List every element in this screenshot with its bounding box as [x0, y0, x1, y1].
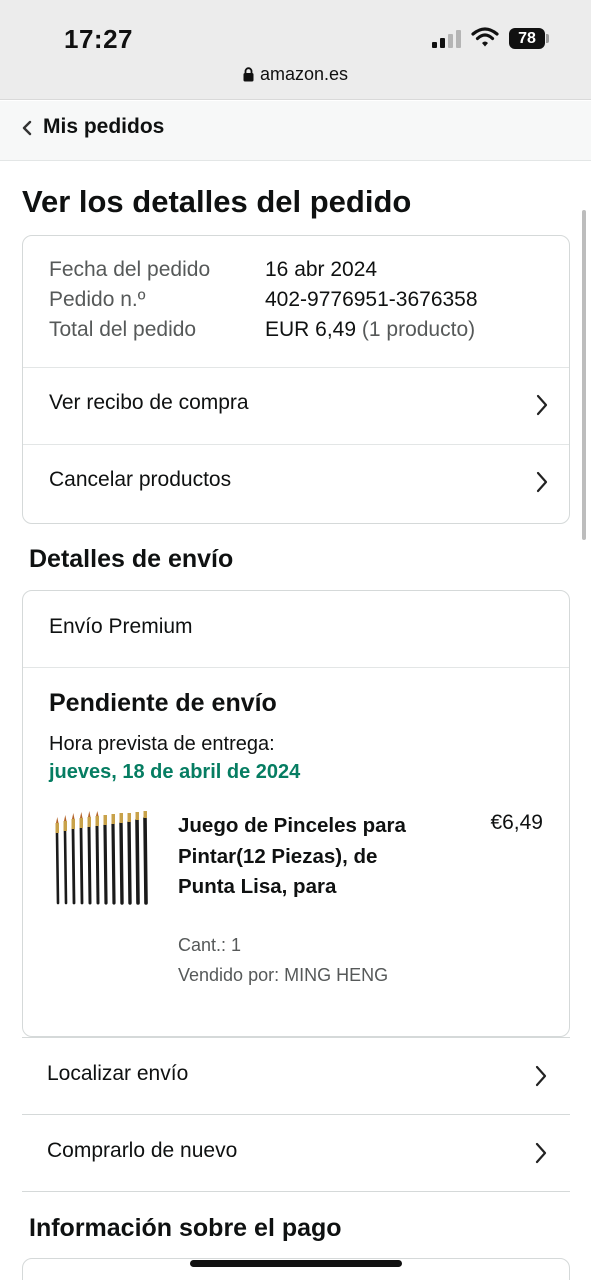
payment-section-title: Información sobre el pago: [29, 1214, 342, 1242]
chevron-right-icon: [535, 1142, 547, 1164]
cellular-signal-icon: [432, 30, 462, 48]
chevron-left-icon: [22, 120, 32, 136]
scrollbar[interactable]: [582, 210, 586, 540]
shipping-card: Envío Premium Pendiente de envío Hora pr…: [22, 590, 570, 1037]
order-total-amount: EUR 6,49: [265, 318, 357, 341]
address-bar[interactable]: amazon.es: [0, 64, 591, 85]
back-nav[interactable]: Mis pedidos: [0, 101, 591, 161]
page-title: Ver los detalles del pedido: [22, 184, 412, 219]
cancel-products-label: Cancelar productos: [49, 468, 232, 491]
view-receipt-link[interactable]: Ver recibo de compra: [23, 367, 569, 443]
order-date-label: Fecha del pedido: [49, 258, 211, 281]
shipment-status: Pendiente de envío: [49, 689, 277, 717]
order-summary-card: Fecha del pedido 16 abr 2024 Pedido n.º …: [22, 235, 570, 524]
product-title-link[interactable]: Juego de Pinceles para Pintar(12 Piezas)…: [178, 811, 438, 903]
divider: [22, 1191, 570, 1192]
chevron-right-icon: [535, 1065, 547, 1087]
paintbrush-set-image[interactable]: [49, 811, 155, 911]
url-text: amazon.es: [259, 64, 349, 84]
eta-date: jueves, 18 de abril de 2024: [49, 761, 301, 783]
shipping-type: Envío Premium: [49, 615, 193, 638]
lock-icon: [243, 67, 254, 82]
order-number-value: 402-9776951-3676358: [265, 288, 478, 311]
back-link-label[interactable]: Mis pedidos: [43, 115, 164, 139]
product-price: €6,49: [490, 811, 543, 834]
order-total-count: (1 producto): [361, 318, 476, 341]
track-package-link[interactable]: Localizar envío: [22, 1037, 570, 1114]
status-time: 17:27: [64, 24, 133, 54]
track-package-label: Localizar envío: [47, 1062, 189, 1085]
order-total-label: Total del pedido: [49, 318, 197, 341]
order-number-label: Pedido n.º: [49, 288, 146, 311]
battery-tip: [546, 34, 549, 43]
buy-again-link[interactable]: Comprarlo de nuevo: [22, 1114, 570, 1191]
product-seller: Vendido por: MING HENG: [178, 965, 389, 985]
cancel-products-link[interactable]: Cancelar productos: [23, 444, 569, 520]
home-indicator[interactable]: [190, 1260, 402, 1267]
divider: [23, 667, 569, 668]
wifi-icon: [471, 27, 499, 47]
eta-label: Hora prevista de entrega:: [49, 733, 275, 755]
battery-icon: 78: [509, 28, 545, 49]
shipping-section-title: Detalles de envío: [29, 545, 234, 573]
product-quantity: Cant.: 1: [178, 935, 242, 955]
chevron-right-icon: [536, 471, 548, 493]
view-receipt-label: Ver recibo de compra: [49, 391, 249, 414]
chevron-right-icon: [536, 394, 548, 416]
order-total-value: EUR 6,49 (1 producto): [265, 318, 475, 342]
browser-chrome: 17:27 78 amazon.es: [0, 0, 591, 100]
buy-again-label: Comprarlo de nuevo: [47, 1139, 238, 1162]
order-date-value: 16 abr 2024: [265, 258, 378, 281]
